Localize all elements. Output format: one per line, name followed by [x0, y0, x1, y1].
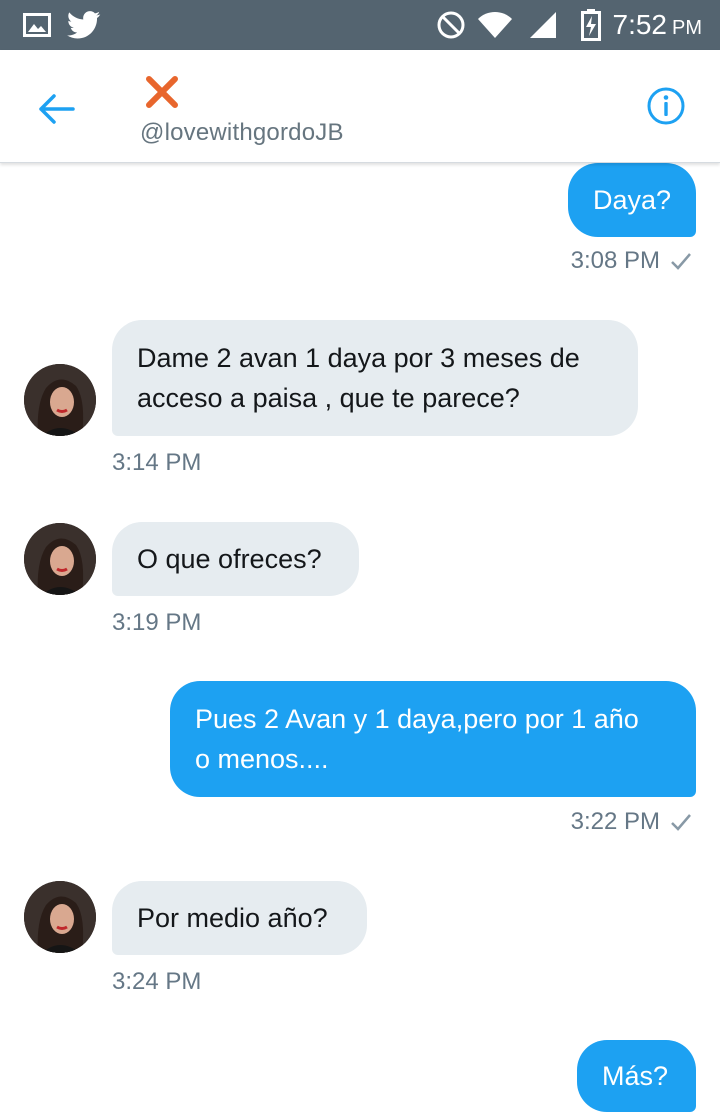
sent-check-icon — [671, 814, 691, 831]
message-timestamp: 3:22 PM — [571, 808, 692, 836]
message-text: Por medio año? — [137, 903, 328, 933]
header-handle[interactable]: @lovewithgordoJB — [140, 119, 344, 147]
message-text-line: Dame 2 avan 1 daya por 3 meses de — [137, 343, 580, 373]
back-arrow-icon — [39, 94, 75, 124]
timestamp-text: 3:08 PM — [570, 247, 660, 274]
profile-photo — [24, 881, 96, 953]
cross-mark-icon — [146, 76, 178, 108]
wifi-icon — [476, 0, 514, 50]
message-timestamp: 3:08 PM — [571, 247, 692, 275]
message-timestamp: 3:14 PM — [112, 449, 202, 476]
message-bubble-incoming[interactable]: O que ofreces? — [112, 522, 359, 596]
sent-check-icon — [671, 253, 691, 270]
info-icon — [647, 87, 685, 125]
status-clock: 7:52 PM — [613, 0, 703, 50]
message-timestamp: 3:19 PM — [112, 609, 202, 636]
timestamp-text: 3:22 PM — [570, 808, 660, 835]
do-not-disturb-icon — [434, 0, 468, 50]
message-bubble-outgoing[interactable]: Daya? — [568, 163, 696, 237]
status-time: 7:52 — [612, 9, 668, 40]
profile-photo — [24, 364, 96, 436]
status-ampm: PM — [672, 16, 702, 39]
message-thread[interactable]: Daya? 3:08 PM Dame 2 avan 1 daya por 3 m… — [0, 163, 720, 1115]
message-text-line: o menos.... — [195, 744, 329, 774]
conversation-header: @lovewithgordoJB — [0, 50, 720, 163]
status-bar: 7:52 PM — [0, 0, 720, 50]
back-button[interactable] — [30, 83, 82, 135]
message-text-line: acceso a paisa , que te parece? — [137, 383, 520, 413]
info-button[interactable] — [646, 86, 686, 126]
message-bubble-incoming[interactable]: Por medio año? — [112, 881, 367, 955]
message-bubble-incoming[interactable]: Dame 2 avan 1 daya por 3 meses de acceso… — [112, 320, 638, 436]
avatar[interactable] — [24, 523, 96, 595]
message-bubble-outgoing[interactable]: Más? — [577, 1040, 696, 1112]
message-text: O que ofreces? — [137, 544, 322, 574]
avatar[interactable] — [24, 364, 96, 436]
twitter-bird-icon — [66, 0, 102, 50]
message-text-line: Pues 2 Avan y 1 daya,pero por 1 año — [195, 704, 639, 734]
battery-charging-icon — [578, 0, 604, 50]
message-text: Más? — [602, 1061, 669, 1091]
message-bubble-outgoing[interactable]: Pues 2 Avan y 1 daya,pero por 1 año o me… — [170, 681, 696, 797]
profile-photo — [24, 523, 96, 595]
message-timestamp: 3:24 PM — [112, 968, 202, 995]
image-notification-icon — [22, 0, 52, 50]
avatar[interactable] — [24, 881, 96, 953]
cell-signal-icon — [526, 0, 560, 50]
message-text: Daya? — [593, 185, 672, 215]
